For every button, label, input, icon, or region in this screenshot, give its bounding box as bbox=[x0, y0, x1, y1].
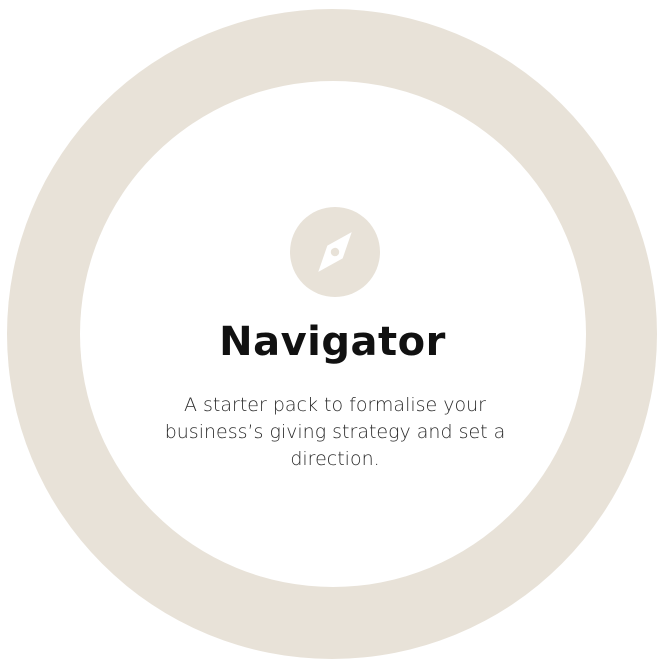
navigator-card: Navigator A starter pack to formalise yo… bbox=[0, 0, 665, 666]
description-text: A starter pack to formalise your busines… bbox=[164, 394, 506, 470]
icon-badge bbox=[290, 207, 380, 297]
compass-icon bbox=[307, 224, 363, 280]
page-title: Navigator bbox=[219, 319, 446, 365]
